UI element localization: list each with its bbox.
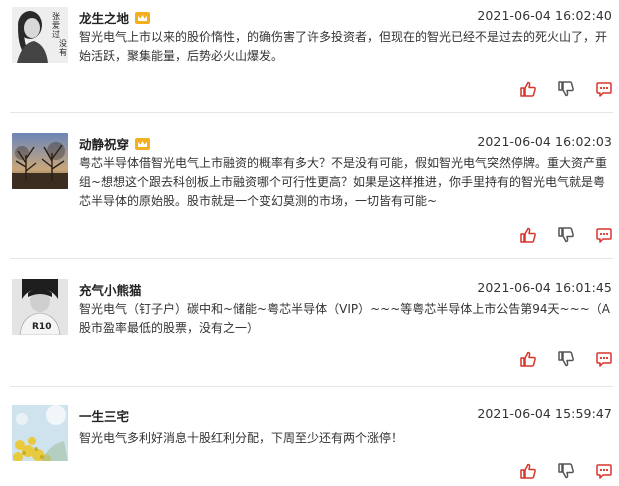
avatar[interactable] xyxy=(12,133,68,189)
comment-icon[interactable] xyxy=(595,80,613,98)
thumbs-down-icon[interactable] xyxy=(557,350,575,368)
avatar-text: 张 xyxy=(52,12,60,21)
post-item: 一生三宅 2021-06-04 15:59:47 智光电气多利好消息十股红利分配… xyxy=(0,405,619,485)
post-timestamp: 2021-06-04 16:02:40 xyxy=(477,8,612,23)
divider xyxy=(10,386,613,387)
post-timestamp: 2021-06-04 15:59:47 xyxy=(477,406,612,421)
comment-icon[interactable] xyxy=(595,350,613,368)
username[interactable]: 动静祝穿 xyxy=(79,134,151,153)
comment-icon[interactable] xyxy=(595,226,613,244)
post-actions xyxy=(519,226,613,244)
comment-icon[interactable] xyxy=(595,462,613,480)
username[interactable]: 龙生之地 xyxy=(79,8,151,27)
divider xyxy=(10,258,613,259)
thumbs-up-icon[interactable] xyxy=(519,350,537,368)
thumbs-down-icon[interactable] xyxy=(557,462,575,480)
username[interactable]: 一生三宅 xyxy=(79,406,129,425)
post-content: 粤芯半导体借智光电气上市融资的概率有多大？不是没有可能，假如智光电气突然停牌。重… xyxy=(79,156,608,208)
avatar[interactable]: 张 爱 过 没 有 xyxy=(12,7,68,63)
thumbs-up-icon[interactable] xyxy=(519,80,537,98)
thumbs-up-icon[interactable] xyxy=(519,462,537,480)
avatar[interactable] xyxy=(12,405,68,461)
crown-icon xyxy=(135,137,151,150)
post-item: R10 充气小熊猫 2021-06-04 16:01:45 智光电气（钉子户）碳… xyxy=(0,279,619,371)
crown-icon xyxy=(135,11,151,24)
post-actions xyxy=(519,80,613,98)
avatar[interactable]: R10 xyxy=(12,279,68,335)
svg-text:有: 有 xyxy=(59,47,67,57)
post-timestamp: 2021-06-04 16:01:45 xyxy=(477,280,612,295)
post-content: 智光电气上市以来的股价惰性，的确伤害了许多投资者，但现在的智光已经不是过去的死火… xyxy=(79,30,608,63)
username[interactable]: 充气小熊猫 xyxy=(79,280,142,299)
thumbs-down-icon[interactable] xyxy=(557,226,575,244)
post-item: 动静祝穿 2021-06-04 16:02:03 粤芯半导体借智光电气上市融资的… xyxy=(0,133,619,245)
svg-text:R10: R10 xyxy=(32,322,51,332)
post-content: 智光电气（钉子户）碳中和~储能~粤芯半导体（VIP）~~~等粤芯半导体上市公告第… xyxy=(79,302,610,335)
comment-feed: 张 爱 过 没 有 龙生之地 2021-06-04 16:02:40 智光电气上… xyxy=(0,0,619,486)
thumbs-up-icon[interactable] xyxy=(519,226,537,244)
post-item: 张 爱 过 没 有 龙生之地 2021-06-04 16:02:40 智光电气上… xyxy=(0,7,619,99)
thumbs-down-icon[interactable] xyxy=(557,80,575,98)
svg-text:没: 没 xyxy=(59,38,67,48)
post-actions xyxy=(519,350,613,368)
svg-text:爱: 爱 xyxy=(52,21,60,30)
post-timestamp: 2021-06-04 16:02:03 xyxy=(477,134,612,149)
post-actions xyxy=(519,462,613,480)
post-content: 智光电气多利好消息十股红利分配，下周至少还有两个涨停！ xyxy=(79,431,404,445)
divider xyxy=(10,112,613,113)
svg-text:过: 过 xyxy=(52,29,60,39)
